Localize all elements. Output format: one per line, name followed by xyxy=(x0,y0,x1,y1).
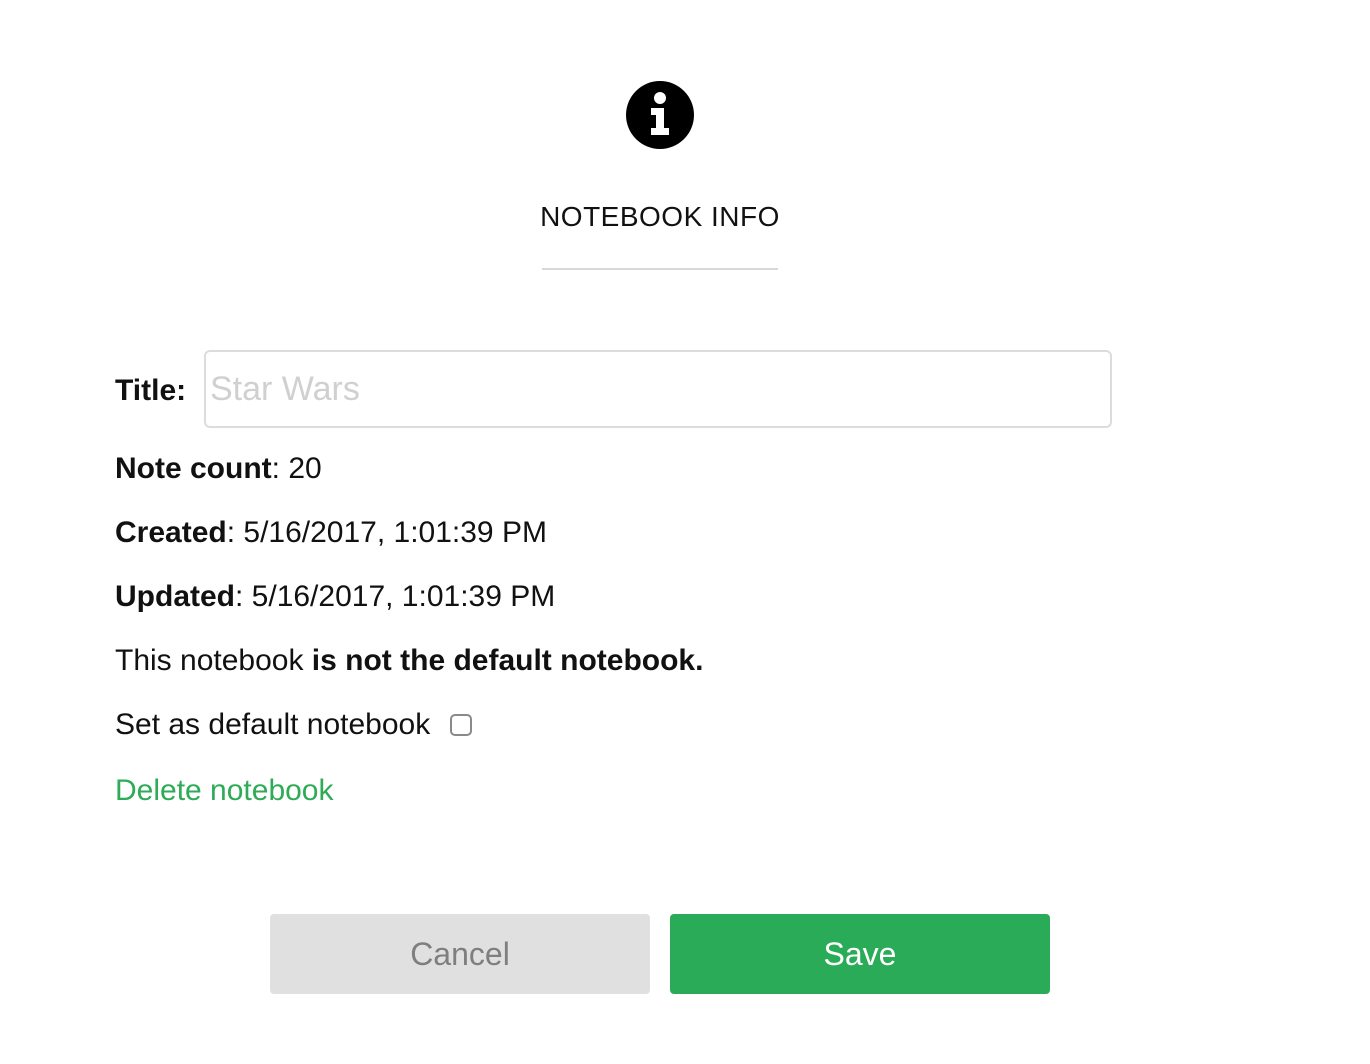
notebook-info-dialog: NOTEBOOK INFO Title: Note count: 20 Crea… xyxy=(0,0,1370,1064)
header-divider xyxy=(542,268,778,270)
set-default-row: Set as default notebook xyxy=(115,706,473,744)
info-icon xyxy=(626,81,694,149)
updated-row: Updated: 5/16/2017, 1:01:39 PM xyxy=(115,578,555,616)
title-input[interactable] xyxy=(204,350,1112,428)
default-status-row: This notebook is not the default noteboo… xyxy=(115,642,703,680)
note-count-label: Note count xyxy=(115,452,272,485)
cancel-button[interactable]: Cancel xyxy=(270,914,650,994)
set-default-label: Set as default notebook xyxy=(115,708,431,741)
default-status-prefix: This notebook xyxy=(115,644,312,677)
delete-notebook-link[interactable]: Delete notebook xyxy=(115,772,334,810)
created-value: : 5/16/2017, 1:01:39 PM xyxy=(226,516,547,549)
updated-label: Updated xyxy=(115,580,235,613)
created-label: Created xyxy=(115,516,227,549)
title-label: Title: xyxy=(115,374,187,407)
note-count-row: Note count: 20 xyxy=(115,450,322,488)
save-button[interactable]: Save xyxy=(670,914,1050,994)
default-status-text: is not the default notebook. xyxy=(311,644,704,677)
note-count-value: : 20 xyxy=(271,452,322,485)
updated-value: : 5/16/2017, 1:01:39 PM xyxy=(235,580,556,613)
created-row: Created: 5/16/2017, 1:01:39 PM xyxy=(115,514,547,552)
set-default-checkbox[interactable] xyxy=(450,714,473,736)
dialog-title: NOTEBOOK INFO xyxy=(540,201,780,232)
